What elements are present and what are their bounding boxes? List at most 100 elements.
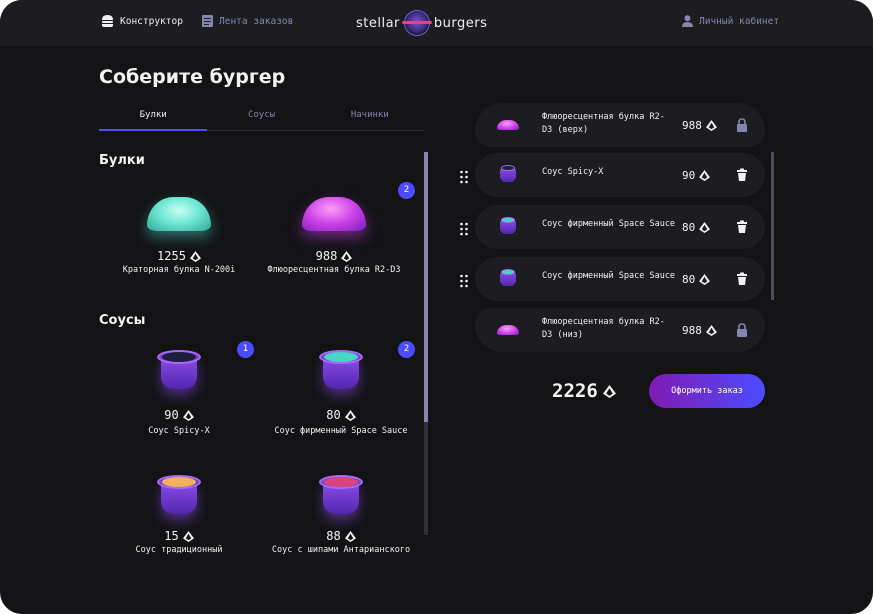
ingredient-card[interactable]: 2 80 Соус фирменный Space Sauce (261, 341, 419, 460)
bun-image (147, 197, 211, 231)
ingredient-card[interactable]: 15 Соус традиционный (99, 475, 259, 565)
sauce-image (319, 350, 363, 390)
sauce-image (157, 350, 201, 390)
ingredient-price: 80 (261, 408, 419, 422)
nav-order-feed-label: Лента заказов (219, 15, 294, 27)
nav-account[interactable]: Личный кабинет (682, 15, 779, 27)
currency-icon (344, 530, 356, 542)
constructor-filling[interactable]: Соус фирменный Space Sauce 80 (475, 257, 765, 301)
nav-account-label: Личный кабинет (699, 15, 780, 27)
element-price: 80 (682, 273, 711, 286)
trash-icon[interactable] (735, 220, 749, 234)
price-value: 88 (326, 529, 341, 543)
counter-badge: 1 (237, 341, 254, 358)
drag-handle-icon[interactable] (459, 170, 469, 184)
currency-icon (705, 120, 717, 131)
sauce-thumbnail (493, 163, 523, 187)
ingredient-price: 90 (99, 408, 259, 422)
lock-icon (737, 323, 747, 337)
nav-constructor[interactable]: Конструктор (101, 15, 183, 27)
nav-order-feed[interactable]: Лента заказов (202, 15, 293, 27)
trash-icon[interactable] (735, 168, 749, 182)
app-window: Конструктор Лента заказов stellar burger… (0, 0, 873, 614)
page-title: Соберите бургер (99, 66, 286, 88)
app-header: Конструктор Лента заказов stellar burger… (0, 0, 873, 46)
place-order-button[interactable]: Оформить заказ (649, 374, 765, 408)
trash-icon[interactable] (735, 272, 749, 286)
currency-icon (341, 250, 353, 262)
ingredient-price: 988 (254, 249, 414, 263)
drag-handle-icon[interactable] (459, 222, 469, 236)
element-name: Соус фирменный Space Sauce (542, 219, 676, 229)
ingredient-name: Соус Spicy-X (148, 426, 210, 436)
currency-icon (182, 530, 194, 542)
price-value: 988 (682, 324, 702, 337)
ingredient-name: Соус с шипами Антарианского (271, 545, 411, 555)
price-value: 988 (682, 119, 702, 132)
sauce-thumbnail (493, 267, 523, 291)
element-name: Соус фирменный Space Sauce (542, 271, 676, 281)
ingredients-list: Булки 1255 Краторная булка N-200i 2 988 … (99, 145, 419, 565)
ingredient-price: 15 (99, 529, 259, 543)
logo-text-right: burgers (433, 15, 488, 31)
element-price: 988 (682, 119, 717, 132)
element-price: 80 (682, 221, 711, 234)
constructor-bottom-bun[interactable]: Флюоресцентная булка R2-D3 (низ) 988 (475, 308, 765, 352)
currency-icon (699, 222, 711, 233)
currency-icon (705, 325, 717, 336)
currency-icon (699, 274, 711, 285)
element-name: Флюоресцентная булка R2-D3 (низ) (542, 317, 665, 340)
tab-fillings[interactable]: Начинки (316, 106, 424, 130)
bun-thumbnail (493, 318, 523, 342)
tab-buns[interactable]: Булки (99, 106, 208, 131)
burger-constructor: Флюоресцентная булка R2-D3 (верх) 988 Со… (455, 100, 775, 360)
ingredient-card[interactable]: 88 Соус с шипами Антарианского (261, 475, 419, 565)
bun-thumbnail (493, 113, 523, 137)
element-price: 90 (682, 169, 711, 182)
nav-constructor-label: Конструктор (120, 15, 183, 27)
order-total: 2226 (552, 380, 616, 402)
drag-handle-icon[interactable] (459, 274, 469, 288)
currency-icon (189, 250, 201, 262)
currency-icon (699, 170, 711, 181)
section-title-sauces: Соусы (99, 313, 146, 328)
constructor-scrollbar[interactable] (771, 152, 774, 300)
tab-sauces[interactable]: Соусы (207, 106, 315, 130)
ingredient-card[interactable]: 1255 Краторная булка N-200i (99, 193, 259, 303)
price-value: 15 (164, 529, 179, 543)
constructor-filling[interactable]: Соус Spicy-X 90 (475, 153, 765, 197)
logo[interactable]: stellar burgers (356, 10, 487, 36)
price-value: 90 (164, 408, 179, 422)
ingredient-tabs: Булки Соусы Начинки (99, 106, 424, 131)
counter-badge: 2 (398, 341, 415, 358)
planet-logo-icon (401, 10, 432, 36)
burger-icon (102, 15, 113, 27)
profile-icon (682, 15, 693, 27)
price-value: 80 (326, 408, 341, 422)
currency-icon (182, 409, 194, 421)
element-price: 988 (682, 324, 717, 337)
ingredient-name: Соус фирменный Space Sauce (274, 426, 408, 436)
element-name: Флюоресцентная булка R2-D3 (верх) (542, 112, 665, 135)
ingredient-card[interactable]: 2 988 Флюоресцентная булка R2-D3 (254, 182, 415, 303)
sauce-image (157, 475, 201, 515)
scrollbar-thumb[interactable] (424, 152, 428, 422)
counter-badge: 2 (398, 182, 415, 199)
price-value: 80 (682, 221, 696, 234)
currency-icon (602, 384, 616, 398)
price-value: 988 (315, 249, 338, 263)
bun-image (302, 197, 366, 231)
lock-icon (737, 118, 747, 132)
ingredient-price: 1255 (99, 249, 259, 263)
list-icon (202, 15, 213, 27)
logo-text-left: stellar (356, 15, 400, 31)
constructor-top-bun[interactable]: Флюоресцентная булка R2-D3 (верх) 988 (475, 103, 765, 147)
price-value: 80 (682, 273, 696, 286)
price-value: 1255 (157, 249, 186, 263)
ingredient-price: 88 (261, 529, 419, 543)
constructor-filling[interactable]: Соус фирменный Space Sauce 80 (475, 205, 765, 249)
sauce-thumbnail (493, 215, 523, 239)
ingredients-scrollbar[interactable] (424, 152, 428, 535)
ingredient-card[interactable]: 1 90 Соус Spicy-X (99, 341, 259, 460)
element-name: Соус Spicy-X (542, 167, 604, 177)
